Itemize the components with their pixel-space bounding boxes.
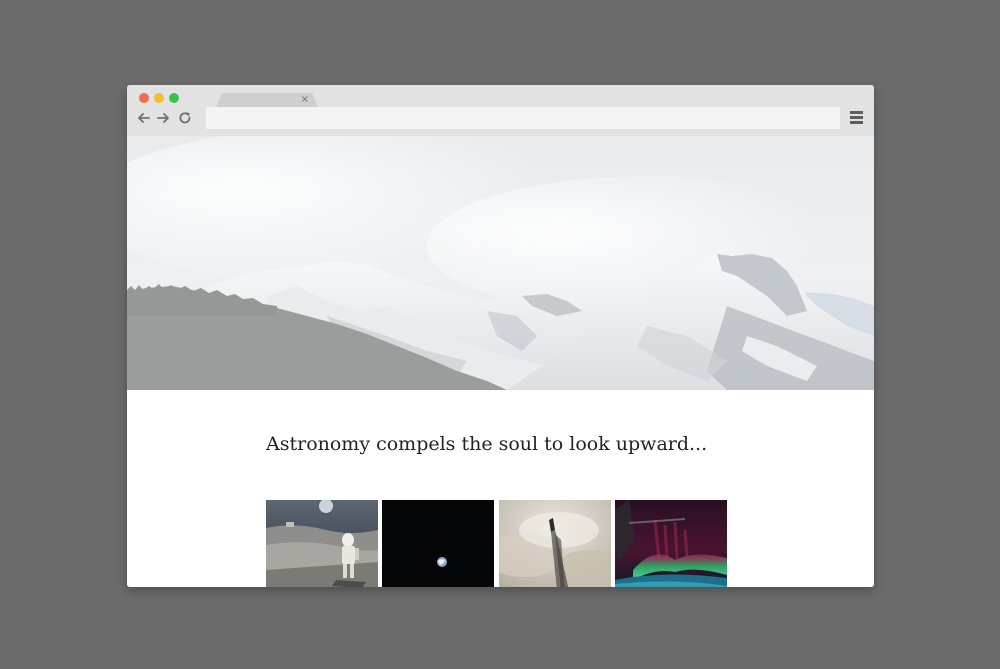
arrow-left-icon[interactable]: [136, 110, 152, 126]
page-content: Astronomy compels the soul to look upwar…: [127, 390, 874, 587]
reload-icon[interactable]: [177, 110, 193, 126]
browser-toolbar: ×: [127, 85, 874, 136]
close-window-button[interactable]: [139, 93, 149, 103]
gallery-thumbnail-earth[interactable]: [382, 500, 494, 587]
address-bar[interactable]: [206, 107, 840, 129]
maximize-window-button[interactable]: [169, 93, 179, 103]
page-headline: Astronomy compels the soul to look upwar…: [266, 433, 708, 455]
minimize-window-button[interactable]: [154, 93, 164, 103]
browser-window: × Astronomy compels the soul to look upw…: [127, 85, 874, 587]
gallery-thumbnail-aurora[interactable]: [615, 500, 727, 587]
browser-tab[interactable]: ×: [216, 93, 318, 107]
hero-image: [127, 136, 874, 390]
tab-close-icon[interactable]: ×: [301, 93, 309, 107]
gallery-thumbnail-astronaut[interactable]: [266, 500, 378, 587]
hamburger-menu-icon[interactable]: [850, 111, 864, 125]
gallery-thumbnail-shuttle[interactable]: [499, 500, 611, 587]
arrow-right-icon[interactable]: [155, 110, 171, 126]
image-gallery: [266, 500, 730, 587]
